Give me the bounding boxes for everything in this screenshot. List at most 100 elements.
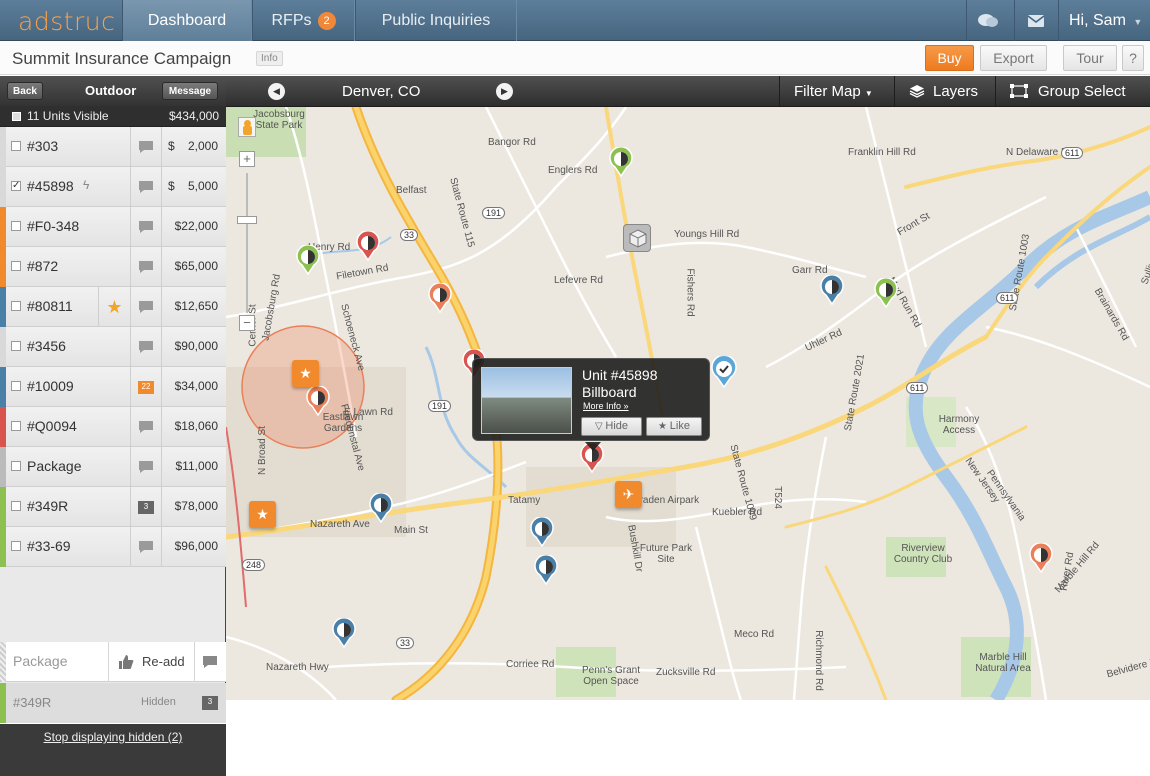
filter-map-button[interactable]: Filter Map ▼: [779, 76, 894, 107]
chat-button[interactable]: [966, 0, 1008, 41]
more-info-link[interactable]: More Info »: [583, 401, 629, 411]
unit-pin-marker[interactable]: [356, 230, 380, 262]
comment-button[interactable]: [130, 167, 162, 207]
unit-checkbox[interactable]: [11, 301, 21, 311]
map-label: Nazareth Hwy: [266, 662, 329, 673]
comment-icon: [139, 261, 153, 273]
unit-checkbox[interactable]: [11, 341, 21, 351]
unit-pin-marker[interactable]: [874, 277, 898, 309]
comment-icon[interactable]: [202, 655, 218, 669]
comment-count-icon[interactable]: 3: [202, 696, 218, 710]
comment-button[interactable]: [130, 207, 162, 247]
comment-button[interactable]: [130, 407, 162, 447]
like-button[interactable]: ★ Like: [646, 417, 702, 436]
adstruc-logo[interactable]: adstruc: [18, 7, 115, 36]
select-all-checkbox[interactable]: [12, 112, 21, 121]
mail-icon: [1027, 14, 1044, 27]
unit-checkbox[interactable]: ✓: [11, 181, 21, 191]
next-location-button[interactable]: ▶: [496, 83, 513, 100]
unit-price: $11,000: [175, 459, 219, 473]
zoom-slider-handle[interactable]: [237, 216, 257, 224]
prev-location-button[interactable]: ◀: [268, 83, 285, 100]
help-button[interactable]: ?: [1122, 45, 1144, 71]
unit-checkbox[interactable]: [11, 141, 21, 151]
unit-pin-marker[interactable]: [306, 385, 330, 417]
unit-id: Package: [27, 458, 82, 474]
unit-pin-marker[interactable]: [332, 617, 356, 649]
unit-checkbox[interactable]: [11, 381, 21, 391]
back-button[interactable]: Back: [7, 82, 43, 100]
unit-checkbox[interactable]: [11, 541, 21, 551]
unit-pin-marker[interactable]: [534, 554, 558, 586]
unit-checkbox[interactable]: [11, 221, 21, 231]
group-select-icon: [1010, 84, 1028, 98]
zoom-in-button[interactable]: +: [239, 151, 255, 167]
unit-pin-marker[interactable]: [609, 146, 633, 178]
billboard-thumbnail[interactable]: [481, 367, 572, 434]
comment-button[interactable]: 22: [130, 367, 162, 407]
lightning-icon: ϟ: [83, 178, 90, 192]
unit-row[interactable]: #349R 3 $78,000: [0, 487, 226, 527]
tour-button[interactable]: Tour: [1063, 45, 1117, 71]
unit-pin-marker[interactable]: [296, 244, 320, 276]
comment-button[interactable]: [130, 447, 162, 487]
comment-button[interactable]: [130, 287, 162, 327]
unit-row[interactable]: #10009 22 $34,000: [0, 367, 226, 407]
map-canvas[interactable]: Jacobsburg State Park Belfast Henry Rd File…: [226, 107, 1150, 700]
group-select-button[interactable]: Group Select: [995, 76, 1150, 107]
comment-button[interactable]: 3: [130, 487, 162, 527]
comment-button[interactable]: [130, 527, 162, 567]
unit-checkbox[interactable]: [11, 461, 21, 471]
unit-row[interactable]: ✓ #45898 ϟ $5,000: [0, 167, 226, 207]
favorite-star-icon[interactable]: ★: [98, 287, 130, 327]
unit-row[interactable]: #33-69 $96,000: [0, 527, 226, 567]
stop-displaying-hidden-link[interactable]: Stop displaying hidden (2): [0, 730, 226, 744]
featured-unit-marker[interactable]: ★: [249, 501, 276, 528]
comment-button[interactable]: [130, 247, 162, 287]
info-button[interactable]: Info: [256, 51, 283, 66]
featured-unit-marker[interactable]: ★: [292, 360, 319, 387]
unit-pin-marker[interactable]: [530, 516, 554, 548]
layers-button[interactable]: Layers: [894, 76, 995, 107]
map-label: N Broad St: [256, 426, 268, 475]
unit-pin-marker[interactable]: [1029, 542, 1053, 574]
unit-currency: $: [168, 179, 175, 193]
unit-row[interactable]: #F0-348 $22,000: [0, 207, 226, 247]
unit-row[interactable]: #872 $65,000: [0, 247, 226, 287]
unit-row[interactable]: #80811 ★ $12,650: [0, 287, 226, 327]
airport-unit-marker[interactable]: ✈: [615, 481, 642, 508]
unit-checkbox[interactable]: [11, 421, 21, 431]
pegman-icon[interactable]: [238, 117, 256, 137]
unit-row[interactable]: Package $11,000: [0, 447, 226, 487]
tab-rfps[interactable]: RFPs 2: [252, 0, 355, 41]
unit-pin-marker[interactable]: [820, 274, 844, 306]
hide-button[interactable]: ▽ Hide: [581, 417, 642, 436]
export-button[interactable]: Export: [980, 45, 1047, 71]
message-button[interactable]: Message: [162, 82, 218, 100]
unit-pin-marker[interactable]: [369, 492, 393, 524]
unit-checkbox[interactable]: [11, 501, 21, 511]
buy-button[interactable]: Buy: [925, 45, 974, 71]
unit-pin-marker[interactable]: [428, 282, 452, 314]
top-nav: adstruc Dashboard RFPs 2 Public Inquiries…: [0, 0, 1150, 41]
comment-button[interactable]: [130, 127, 162, 167]
selected-unit-marker[interactable]: [711, 354, 737, 389]
comment-icon: [139, 341, 153, 353]
comment-button[interactable]: [130, 327, 162, 367]
unit-checkbox[interactable]: [11, 261, 21, 271]
unit-row[interactable]: #303 $2,000: [0, 127, 226, 167]
zoom-out-button[interactable]: −: [239, 315, 255, 331]
unit-row[interactable]: #3456 $90,000: [0, 327, 226, 367]
comment-count-icon: 3: [138, 500, 154, 514]
map-label: Youngs Hill Rd: [674, 229, 740, 240]
unit-row[interactable]: #Q0094 $18,060: [0, 407, 226, 447]
map-pin-icon: [1029, 542, 1053, 574]
readd-button[interactable]: Re-add: [108, 642, 195, 682]
row-stripe: [0, 683, 6, 723]
tab-dashboard[interactable]: Dashboard: [122, 0, 252, 41]
zoom-track: [246, 173, 248, 313]
mail-button[interactable]: [1014, 0, 1056, 41]
tab-public-inquiries[interactable]: Public Inquiries: [355, 0, 517, 41]
user-menu[interactable]: Hi, Sam ▼: [1058, 0, 1150, 41]
cluster-marker[interactable]: [623, 224, 651, 252]
